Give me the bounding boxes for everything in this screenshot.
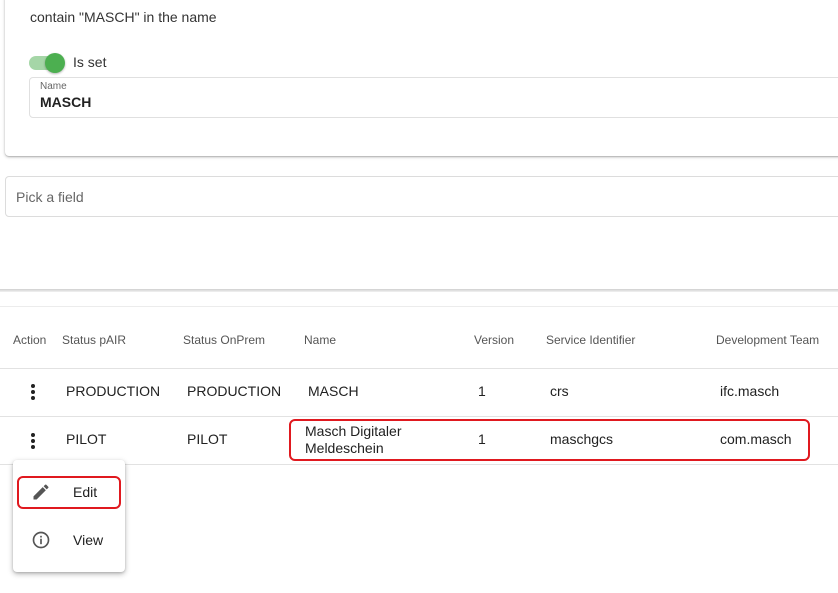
header-action: Action bbox=[13, 333, 47, 347]
row1-version: 1 bbox=[478, 383, 486, 399]
is-set-toggle[interactable] bbox=[29, 53, 65, 73]
name-field-value: MASCH bbox=[40, 94, 92, 110]
menu-item-view[interactable]: View bbox=[13, 518, 125, 562]
row-highlight-annotation bbox=[289, 419, 810, 461]
table-header-divider bbox=[0, 368, 838, 369]
row-actions-kebab-icon[interactable] bbox=[27, 431, 39, 451]
toggle-label: Is set bbox=[73, 54, 107, 70]
toggle-thumb bbox=[45, 53, 65, 73]
filter-description: contain "MASCH" in the name bbox=[30, 9, 217, 25]
info-icon bbox=[32, 531, 50, 549]
pick-field-placeholder: Pick a field bbox=[16, 189, 84, 205]
table-row-divider bbox=[0, 416, 838, 417]
header-service-identifier[interactable]: Service Identifier bbox=[546, 333, 635, 347]
menu-item-edit-label: Edit bbox=[73, 484, 98, 500]
pencil-icon bbox=[33, 484, 49, 500]
row2-status-pair: PILOT bbox=[66, 431, 107, 447]
name-field[interactable]: Name MASCH bbox=[29, 77, 838, 118]
table-row-divider bbox=[0, 464, 838, 465]
row1-status-pair: PRODUCTION bbox=[66, 383, 161, 399]
row1-development-team: ifc.masch bbox=[720, 383, 780, 399]
menu-item-view-label: View bbox=[73, 532, 104, 548]
row-actions-kebab-icon[interactable] bbox=[27, 382, 39, 402]
header-name[interactable]: Name bbox=[304, 333, 336, 347]
row1-service-identifier: crs bbox=[550, 383, 569, 399]
header-development-team[interactable]: Development Team bbox=[716, 333, 819, 347]
pick-field-input[interactable]: Pick a field bbox=[5, 176, 838, 217]
row1-status-onprem: PRODUCTION bbox=[187, 383, 282, 399]
section-divider bbox=[0, 289, 838, 292]
header-version[interactable]: Version bbox=[474, 333, 514, 347]
name-field-label: Name bbox=[40, 81, 67, 92]
row1-name: MASCH bbox=[308, 383, 359, 399]
menu-item-edit[interactable]: Edit bbox=[13, 470, 125, 514]
header-status-pair[interactable]: Status pAIR bbox=[62, 333, 126, 347]
row-context-menu: Edit View bbox=[13, 460, 125, 572]
header-status-onprem[interactable]: Status OnPrem bbox=[183, 333, 265, 347]
row2-status-onprem: PILOT bbox=[187, 431, 228, 447]
